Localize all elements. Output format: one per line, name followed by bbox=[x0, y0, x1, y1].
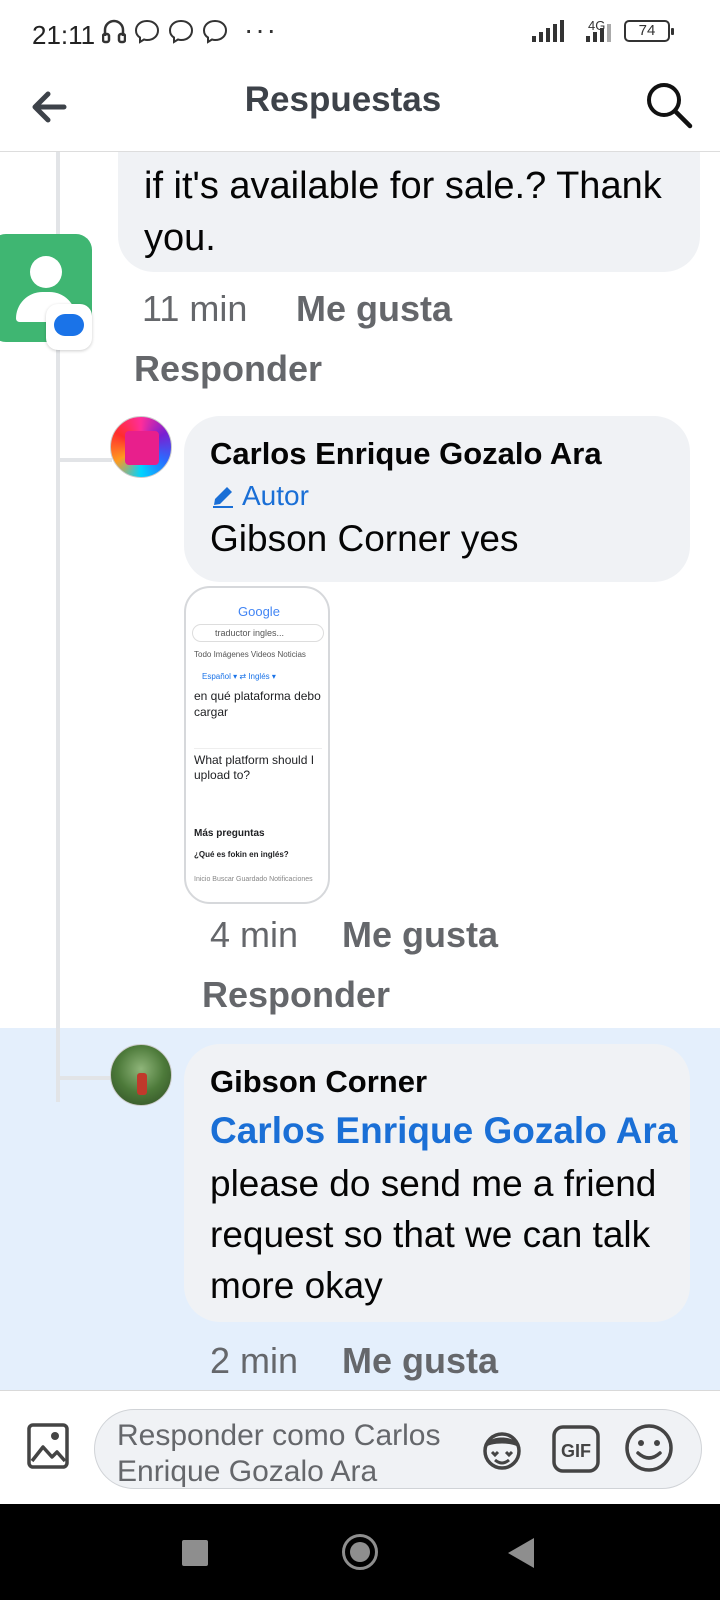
emoji-icon bbox=[625, 1424, 673, 1472]
reply-composer: Responder como Carlos Enrique Gozalo Ara… bbox=[0, 1390, 720, 1504]
comment-bubble[interactable]: if it's available for sale.? Thank you. bbox=[118, 152, 700, 272]
avatar[interactable] bbox=[110, 416, 172, 478]
page-title: Respuestas bbox=[244, 80, 442, 119]
top-bar: Respuestas bbox=[0, 68, 720, 152]
author-badge: Autor bbox=[210, 480, 309, 512]
messenger-icon bbox=[134, 19, 160, 44]
reply-input-placeholder: Responder como Carlos Enrique Gozalo Ara bbox=[117, 1419, 441, 1488]
photo-icon bbox=[27, 1423, 69, 1469]
reply-input[interactable]: Responder como Carlos Enrique Gozalo Ara… bbox=[94, 1409, 702, 1489]
comment-author[interactable]: Carlos Enrique Gozalo Ara bbox=[210, 436, 602, 472]
author-badge-label: Autor bbox=[242, 480, 309, 511]
pencil-icon bbox=[213, 487, 233, 508]
more-notifications-icon: ··· bbox=[244, 14, 278, 45]
replies-list[interactable]: if it's available for sale.? Thank you. … bbox=[0, 152, 720, 1390]
attachment-languages: Español ▾ ⇄ Inglés ▾ bbox=[202, 672, 276, 681]
gif-label: GIF bbox=[561, 1441, 591, 1461]
status-time: 21:11 bbox=[32, 20, 96, 50]
comment-text: please do send me a friend request so th… bbox=[210, 1163, 657, 1306]
attachment-source-text: en qué plataforma debo cargar bbox=[194, 689, 321, 719]
gif-icon: GIF bbox=[552, 1425, 600, 1473]
photo-button[interactable] bbox=[26, 1421, 70, 1471]
like-button[interactable]: Me gusta bbox=[342, 1340, 498, 1382]
attachment-question: ¿Qué es fokin en inglés? bbox=[194, 850, 289, 859]
recent-apps-button[interactable] bbox=[182, 1540, 208, 1566]
avatar[interactable] bbox=[0, 234, 92, 350]
status-bar: 21:11 ··· 4G 74 bbox=[0, 0, 720, 68]
emoji-button[interactable] bbox=[623, 1422, 675, 1474]
comment-text: if it's available for sale.? Thank you. bbox=[144, 165, 662, 259]
comment-author[interactable]: Gibson Corner bbox=[210, 1064, 427, 1100]
like-button[interactable]: Me gusta bbox=[342, 914, 498, 956]
thread-connector bbox=[56, 1076, 112, 1080]
reply-button[interactable]: Responder bbox=[134, 348, 322, 390]
signal-4g-icon bbox=[586, 24, 611, 42]
mention-link[interactable]: Carlos Enrique Gozalo Ara bbox=[210, 1110, 677, 1152]
attachment-nav: Inicio Buscar Guardado Notificaciones bbox=[194, 876, 313, 883]
attachment-search-text: traductor ingles... bbox=[192, 624, 324, 642]
home-button[interactable] bbox=[342, 1534, 378, 1570]
system-back-button[interactable] bbox=[508, 1538, 534, 1568]
system-nav-bar bbox=[0, 1504, 720, 1600]
comment-bubble[interactable]: Gibson Corner Carlos Enrique Gozalo Ara … bbox=[184, 1044, 690, 1322]
attachment-more-questions: Más preguntas bbox=[194, 828, 265, 839]
search-icon bbox=[647, 83, 693, 129]
like-button[interactable]: Me gusta bbox=[296, 288, 452, 330]
messenger-icon bbox=[202, 19, 228, 44]
avatar-sticker-icon bbox=[483, 1432, 521, 1470]
comment-bubble[interactable]: Carlos Enrique Gozalo Ara Autor Gibson C… bbox=[184, 416, 690, 582]
battery-icon: 74 bbox=[624, 20, 674, 42]
comment-text: Gibson Corner yes bbox=[210, 518, 519, 559]
signal-icon bbox=[532, 20, 564, 42]
headphones-icon bbox=[102, 19, 126, 44]
search-button[interactable] bbox=[642, 78, 696, 132]
reply-button[interactable]: Responder bbox=[202, 974, 390, 1016]
comment-time: 2 min bbox=[210, 1340, 299, 1381]
attachment-translation-text: What platform should I upload to? bbox=[194, 748, 322, 783]
gif-button[interactable]: GIF bbox=[551, 1424, 601, 1474]
messenger-icon bbox=[168, 19, 194, 44]
messages-badge-icon bbox=[46, 304, 92, 350]
attachment-google-logo: Google bbox=[238, 604, 280, 619]
comment-time: 11 min bbox=[142, 288, 248, 329]
comment-image-attachment[interactable]: Google traductor ingles... Todo Imágenes… bbox=[184, 586, 330, 904]
avatar[interactable] bbox=[110, 1044, 172, 1106]
avatar-sticker-button[interactable] bbox=[475, 1422, 529, 1476]
comment-time: 4 min bbox=[210, 914, 299, 955]
attachment-tabs: Todo Imágenes Videos Noticias bbox=[194, 650, 306, 659]
thread-connector bbox=[56, 458, 112, 462]
